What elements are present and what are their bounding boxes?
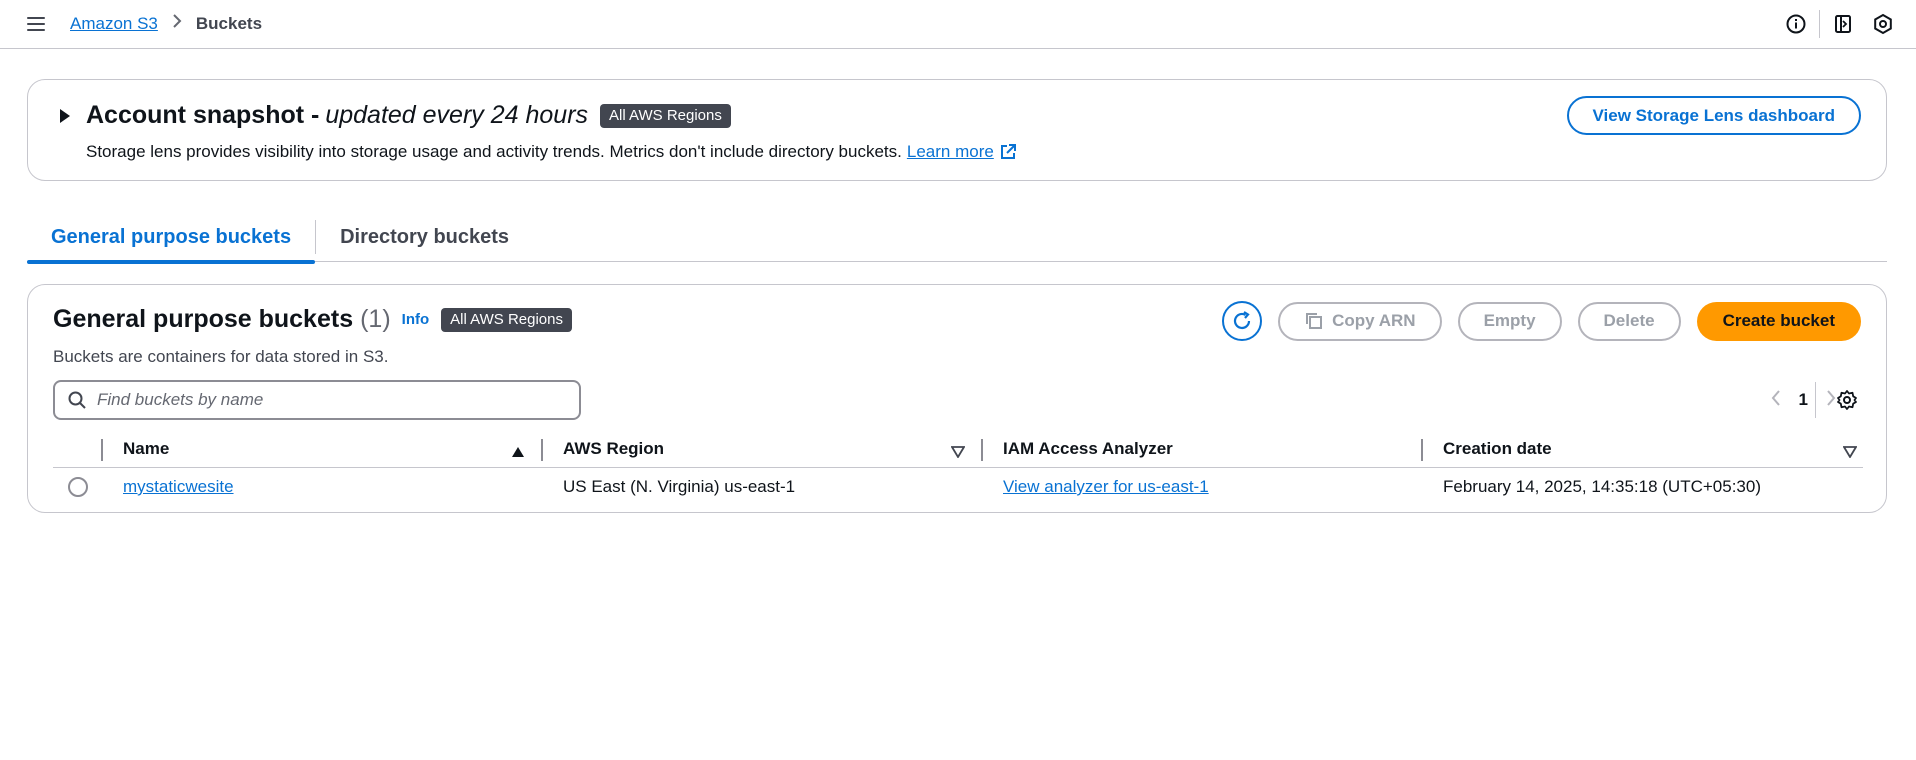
buckets-title: General purpose buckets <box>53 305 354 333</box>
sort-unsorted-icon[interactable] <box>1842 443 1858 463</box>
view-storage-lens-dashboard-button[interactable]: View Storage Lens dashboard <box>1566 96 1861 135</box>
expand-caret-icon[interactable] <box>58 108 72 129</box>
bucket-creation-date: February 14, 2025, 14:35:18 (UTC+05:30) <box>1443 477 1761 496</box>
empty-button[interactable]: Empty <box>1457 301 1562 341</box>
regions-badge: All AWS Regions <box>441 307 572 332</box>
view-analyzer-link[interactable]: View analyzer for us-east-1 <box>1003 477 1209 497</box>
buckets-table: Name AWS Region IAM Access Analyzer Crea… <box>53 431 1863 506</box>
create-bucket-button[interactable]: Create bucket <box>1696 301 1861 341</box>
account-snapshot-panel: Account snapshot - updated every 24 hour… <box>27 79 1887 181</box>
settings-hexagon-icon[interactable] <box>1868 9 1898 39</box>
breadcrumb-amazon-s3[interactable]: Amazon S3 <box>70 14 158 34</box>
external-link-icon <box>1000 144 1016 159</box>
column-date-label: Creation date <box>1443 439 1552 458</box>
column-header-creation-date[interactable]: Creation date <box>1423 431 1863 467</box>
search-icon <box>68 391 86 409</box>
previous-page-icon[interactable] <box>1771 389 1781 412</box>
select-column-header <box>53 431 103 467</box>
row-select-radio[interactable] <box>68 477 88 497</box>
current-page[interactable]: 1 <box>1799 390 1808 410</box>
table-settings-icon[interactable] <box>1836 389 1858 416</box>
snapshot-description: Storage lens provides visibility into st… <box>86 142 1017 162</box>
snapshot-title-text: Account snapshot - <box>86 101 320 129</box>
refresh-icon <box>1234 311 1251 330</box>
pagination-divider <box>1815 382 1816 418</box>
chevron-right-icon <box>172 13 182 34</box>
table-header: Name AWS Region IAM Access Analyzer Crea… <box>53 431 1863 468</box>
copy-arn-button[interactable]: Copy ARN <box>1278 301 1442 341</box>
sort-ascending-icon[interactable] <box>511 443 525 463</box>
regions-badge: All AWS Regions <box>600 103 731 128</box>
tab-general-purpose-buckets[interactable]: General purpose buckets <box>27 212 316 264</box>
column-region-label: AWS Region <box>563 439 665 458</box>
delete-button[interactable]: Delete <box>1577 301 1681 341</box>
column-header-iam-access-analyzer: IAM Access Analyzer <box>983 431 1423 467</box>
bucket-search-field[interactable] <box>53 380 581 420</box>
copy-icon <box>1306 313 1323 329</box>
menu-icon[interactable] <box>24 12 48 36</box>
top-navigation-bar: Amazon S3 Buckets <box>0 0 1916 49</box>
search-input[interactable] <box>97 390 537 410</box>
bucket-count: (1) <box>360 305 391 333</box>
tab-directory-buckets[interactable]: Directory buckets <box>316 212 533 262</box>
copy-arn-label: Copy ARN <box>1332 311 1416 330</box>
breadcrumb-current: Buckets <box>195 13 263 33</box>
snapshot-title: Account snapshot - updated every 24 hour… <box>86 101 731 130</box>
table-row: mystaticwesite US East (N. Virginia) us-… <box>53 468 1863 506</box>
buckets-header: General purpose buckets (1) Info All AWS… <box>53 305 572 334</box>
bucket-actions: Copy ARN Empty Delete Create bucket <box>1222 301 1861 341</box>
learn-more-link[interactable]: Learn more <box>907 142 1017 162</box>
pagination: 1 <box>1771 383 1836 417</box>
bucket-name-link[interactable]: mystaticwesite <box>123 477 234 497</box>
bucket-region: US East (N. Virginia) us-east-1 <box>563 477 796 496</box>
sort-unsorted-icon[interactable] <box>950 443 966 463</box>
snapshot-description-text: Storage lens provides visibility into st… <box>86 142 902 161</box>
next-page-icon[interactable] <box>1826 389 1836 412</box>
info-icon[interactable] <box>1781 9 1811 39</box>
toolbar-divider <box>1819 10 1820 38</box>
refresh-button[interactable] <box>1222 301 1263 341</box>
breadcrumb: Amazon S3 Buckets <box>70 13 262 34</box>
bucket-type-tabs: General purpose buckets Directory bucket… <box>27 212 1887 264</box>
feedback-icon[interactable] <box>1828 9 1858 39</box>
general-purpose-buckets-panel: General purpose buckets (1) Info All AWS… <box>27 284 1887 513</box>
learn-more-label: Learn more <box>906 142 994 161</box>
buckets-description: Buckets are containers for data stored i… <box>53 347 389 366</box>
column-header-name[interactable]: Name <box>103 431 543 467</box>
snapshot-title-italic: updated every 24 hours <box>325 101 589 129</box>
column-name-label: Name <box>123 439 170 458</box>
info-link[interactable]: Info <box>402 311 430 328</box>
column-header-aws-region[interactable]: AWS Region <box>543 431 983 467</box>
column-iam-label: IAM Access Analyzer <box>1003 439 1173 458</box>
